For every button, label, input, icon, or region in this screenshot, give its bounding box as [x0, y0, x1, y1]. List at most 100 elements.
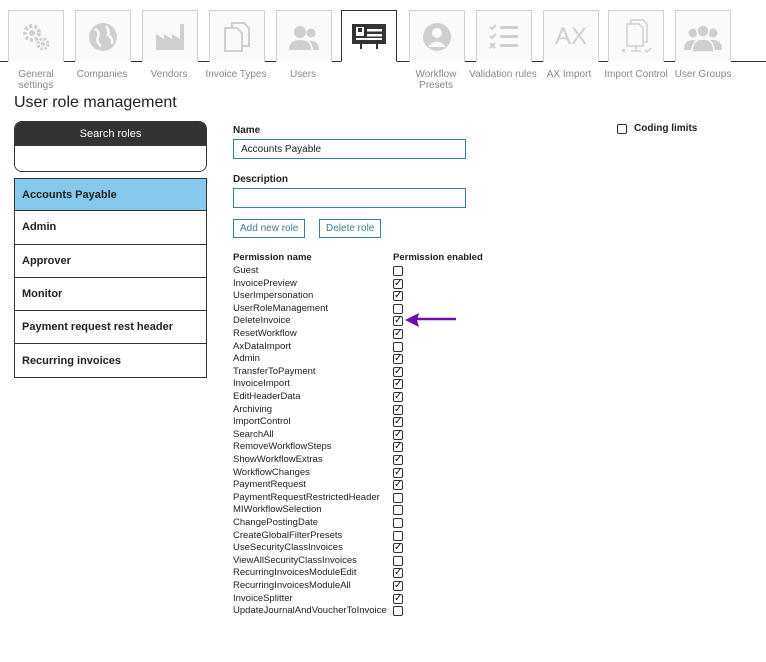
coding-limits-label: Coding limits	[634, 123, 698, 134]
left-arrow-icon	[405, 313, 456, 327]
tab-invoice-types[interactable]	[209, 10, 265, 62]
permission-checkbox[interactable]: ✓	[393, 417, 403, 428]
name-label: Name	[233, 125, 261, 136]
permission-checkbox[interactable]: ✓	[393, 392, 403, 402]
role-item[interactable]: Payment request rest header	[14, 311, 207, 345]
delete-role-button[interactable]: Delete role	[319, 219, 382, 238]
role-list: Accounts Payable Admin Approver Monitor Paym…	[14, 178, 207, 378]
tab-label: AX Import	[546, 69, 592, 80]
add-new-role-button[interactable]: Add new role	[233, 219, 306, 238]
permission-checkbox[interactable]: ✓	[393, 404, 403, 415]
documents-icon	[224, 21, 250, 52]
permission-checkbox[interactable]	[393, 492, 403, 503]
role-item[interactable]: Admin	[14, 211, 207, 245]
permission-name: WorkflowChanges	[233, 466, 310, 478]
permission-checkbox[interactable]: ✓	[393, 480, 403, 491]
permission-name: MIWorkflowSelection	[233, 504, 322, 516]
permission-checkbox[interactable]	[393, 505, 403, 516]
permission-checkbox[interactable]: ✓	[393, 379, 403, 390]
permission-name: ShowWorkflowExtras	[233, 454, 323, 465]
permission-checkbox[interactable]: ✓	[393, 543, 403, 554]
role-item[interactable]: Monitor	[14, 277, 207, 312]
permission-name: UserRoleManagement	[233, 302, 329, 314]
permission-checkbox[interactable]	[393, 518, 403, 528]
tab-import-control[interactable]	[608, 10, 664, 62]
permission-checkbox[interactable]	[393, 530, 403, 541]
users-icon	[289, 25, 319, 50]
permission-name-header: Permission name	[233, 252, 312, 263]
tab-user-role-management[interactable]	[341, 10, 397, 62]
permission-name: SearchAll	[233, 428, 274, 440]
tab-label: Companies	[76, 69, 128, 80]
permission-checkbox[interactable]: ✓	[393, 291, 403, 302]
name-field[interactable]	[233, 139, 466, 159]
permission-checkbox[interactable]: ✓	[393, 467, 403, 478]
permission-name: DeleteInvoice	[233, 315, 291, 327]
permission-name: ResetWorkflow	[233, 328, 297, 339]
tab-label: General settings	[18, 69, 54, 91]
permission-name: RemoveWorkflowSteps	[233, 441, 332, 453]
permission-checkbox[interactable]: ✓	[393, 455, 403, 465]
permission-checkbox[interactable]	[393, 341, 403, 352]
tab-label: Workflow Presets	[415, 69, 457, 91]
permission-checkbox[interactable]	[393, 555, 403, 566]
permission-checkbox[interactable]: ✓	[393, 329, 403, 339]
id-card-icon	[352, 24, 386, 49]
permission-name: ChangePostingDate	[233, 517, 319, 528]
tab-workflow-presets[interactable]	[409, 10, 465, 62]
description-field[interactable]	[233, 188, 466, 208]
tab-label: User Groups	[674, 69, 732, 80]
permission-name: InvoiceImport	[233, 378, 291, 390]
tab-general-settings[interactable]	[8, 10, 64, 62]
search-roles-header: Search roles	[15, 122, 206, 146]
permission-checkbox[interactable]: ✓	[393, 581, 403, 591]
role-item[interactable]: Accounts Payable	[14, 178, 207, 212]
permission-enabled-header: Permission enabled	[393, 252, 483, 263]
description-label: Description	[233, 174, 289, 185]
tab-label: Validation rules	[469, 69, 537, 80]
permission-checkbox[interactable]: ✓	[393, 442, 403, 453]
role-item[interactable]: Approver	[14, 244, 207, 278]
ax-text-icon: AX	[554, 22, 587, 50]
permission-checkbox[interactable]	[393, 303, 403, 314]
factory-icon	[156, 23, 184, 50]
user-group-icon	[684, 23, 722, 53]
permission-checkbox[interactable]: ✓	[393, 366, 403, 377]
permission-checkbox[interactable]: ✓	[393, 278, 403, 289]
top-navigation: AX General settings Companies Vendors In…	[0, 0, 766, 92]
permission-checkbox[interactable]	[393, 606, 403, 617]
permission-name: ViewAllSecurityClassInvoices	[233, 554, 357, 566]
permission-checkbox[interactable]: ✓	[393, 354, 403, 365]
tab-user-groups[interactable]	[675, 10, 731, 62]
permission-name: PaymentRequest	[233, 479, 306, 491]
tab-validation-rules[interactable]	[476, 10, 532, 62]
role-item[interactable]: Recurring invoices	[14, 344, 207, 378]
permission-name: Archiving	[233, 403, 273, 415]
permission-name: TransferToPayment	[233, 365, 316, 377]
tab-label: Users	[289, 69, 317, 80]
gears-icon	[23, 23, 50, 50]
tab-companies[interactable]	[75, 10, 131, 62]
permission-name: RecurringInvoicesModuleAll	[233, 580, 351, 591]
permission-name: UseSecurityClassInvoices	[233, 542, 343, 554]
permission-name: CreateGlobalFilterPresets	[233, 529, 343, 541]
tab-label: Vendors	[150, 69, 188, 80]
search-roles-input[interactable]	[15, 146, 206, 171]
user-badge-icon	[423, 22, 451, 51]
tab-ax-import[interactable]: AX	[543, 10, 599, 62]
permission-checkbox[interactable]	[393, 266, 403, 276]
permission-checkbox[interactable]: ✓	[393, 429, 403, 440]
permission-name: UpdateJournalAndVoucherToInvoice	[233, 605, 387, 617]
tab-users[interactable]	[276, 10, 332, 62]
permission-checkbox[interactable]: ✓	[393, 568, 403, 579]
permission-name: RecurringInvoicesModuleEdit	[233, 567, 357, 579]
tab-vendors[interactable]	[142, 10, 198, 62]
permission-name: Admin	[233, 353, 260, 365]
tab-label: Invoice Types	[205, 69, 267, 80]
permission-checkbox[interactable]: ✓	[393, 593, 403, 604]
coding-limits-checkbox[interactable]	[617, 123, 627, 134]
tab-label: Import Control	[604, 69, 668, 80]
permission-checkbox[interactable]: ✓	[393, 316, 403, 327]
checklist-icon	[489, 23, 518, 49]
permission-name: AxDataImport	[233, 340, 292, 352]
